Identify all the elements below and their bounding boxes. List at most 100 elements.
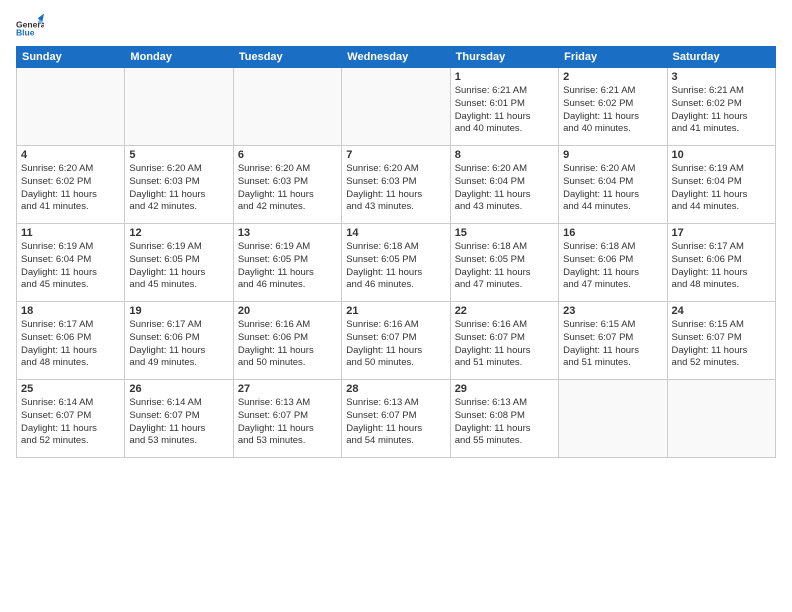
calendar-cell: 6 Sunrise: 6:20 AM Sunset: 6:03 PM Daylig… xyxy=(233,146,341,224)
calendar-cell: 11 Sunrise: 6:19 AM Sunset: 6:04 PM Dayli… xyxy=(17,224,125,302)
calendar-cell: 17 Sunrise: 6:17 AM Sunset: 6:06 PM Dayli… xyxy=(667,224,775,302)
day-info: Sunrise: 6:20 AM Sunset: 6:03 PM Dayligh… xyxy=(238,163,337,214)
day-info: Sunrise: 6:15 AM Sunset: 6:07 PM Dayligh… xyxy=(563,319,662,370)
calendar-cell: 22 Sunrise: 6:16 AM Sunset: 6:07 PM Dayli… xyxy=(450,302,558,380)
calendar-cell xyxy=(233,68,341,146)
calendar-cell: 12 Sunrise: 6:19 AM Sunset: 6:05 PM Dayli… xyxy=(125,224,233,302)
day-info: Sunrise: 6:17 AM Sunset: 6:06 PM Dayligh… xyxy=(21,319,120,370)
day-info: Sunrise: 6:21 AM Sunset: 6:01 PM Dayligh… xyxy=(455,85,554,136)
calendar-day-header: Wednesday xyxy=(342,47,450,68)
calendar-cell: 3 Sunrise: 6:21 AM Sunset: 6:02 PM Daylig… xyxy=(667,68,775,146)
day-info: Sunrise: 6:14 AM Sunset: 6:07 PM Dayligh… xyxy=(129,397,228,448)
calendar-cell: 9Sunrise: 6:20 AM Sunset: 6:04 PM Daylig… xyxy=(559,146,667,224)
day-info: Sunrise: 6:20 AM Sunset: 6:02 PM Dayligh… xyxy=(21,163,120,214)
day-info: Sunrise: 6:19 AM Sunset: 6:05 PM Dayligh… xyxy=(238,241,337,292)
calendar-cell: 23 Sunrise: 6:15 AM Sunset: 6:07 PM Dayli… xyxy=(559,302,667,380)
day-info: Sunrise: 6:18 AM Sunset: 6:05 PM Dayligh… xyxy=(455,241,554,292)
day-info: Sunrise: 6:20 AM Sunset: 6:04 PM Dayligh… xyxy=(563,163,662,214)
day-number: 13 xyxy=(238,227,337,239)
calendar-cell xyxy=(559,380,667,458)
day-info: Sunrise: 6:16 AM Sunset: 6:07 PM Dayligh… xyxy=(455,319,554,370)
day-number: 10 xyxy=(672,149,771,161)
day-number: 29 xyxy=(455,383,554,395)
day-info: Sunrise: 6:16 AM Sunset: 6:06 PM Dayligh… xyxy=(238,319,337,370)
day-number: 17 xyxy=(672,227,771,239)
calendar-cell xyxy=(125,68,233,146)
calendar-day-header: Friday xyxy=(559,47,667,68)
logo: General Blue xyxy=(16,12,48,40)
day-number: 11 xyxy=(21,227,120,239)
day-info: Sunrise: 6:20 AM Sunset: 6:03 PM Dayligh… xyxy=(346,163,445,214)
day-info: Sunrise: 6:20 AM Sunset: 6:04 PM Dayligh… xyxy=(455,163,554,214)
day-info: Sunrise: 6:19 AM Sunset: 6:04 PM Dayligh… xyxy=(21,241,120,292)
calendar-day-header: Sunday xyxy=(17,47,125,68)
day-number: 12 xyxy=(129,227,228,239)
day-number: 6 xyxy=(238,149,337,161)
day-info: Sunrise: 6:13 AM Sunset: 6:08 PM Dayligh… xyxy=(455,397,554,448)
day-number: 4 xyxy=(21,149,120,161)
day-info: Sunrise: 6:21 AM Sunset: 6:02 PM Dayligh… xyxy=(563,85,662,136)
day-info: Sunrise: 6:17 AM Sunset: 6:06 PM Dayligh… xyxy=(672,241,771,292)
calendar-cell: 19Sunrise: 6:17 AM Sunset: 6:06 PM Dayli… xyxy=(125,302,233,380)
day-number: 16 xyxy=(563,227,662,239)
calendar-table: SundayMondayTuesdayWednesdayThursdayFrid… xyxy=(16,46,776,458)
calendar-cell: 4 Sunrise: 6:20 AM Sunset: 6:02 PM Daylig… xyxy=(17,146,125,224)
svg-text:Blue: Blue xyxy=(16,27,35,37)
calendar-day-header: Tuesday xyxy=(233,47,341,68)
calendar-day-header: Monday xyxy=(125,47,233,68)
day-info: Sunrise: 6:18 AM Sunset: 6:06 PM Dayligh… xyxy=(563,241,662,292)
calendar-day-header: Thursday xyxy=(450,47,558,68)
day-info: Sunrise: 6:21 AM Sunset: 6:02 PM Dayligh… xyxy=(672,85,771,136)
day-number: 18 xyxy=(21,305,120,317)
day-number: 28 xyxy=(346,383,445,395)
calendar-cell: 18 Sunrise: 6:17 AM Sunset: 6:06 PM Dayli… xyxy=(17,302,125,380)
logo-icon: General Blue xyxy=(16,12,44,40)
day-number: 8 xyxy=(455,149,554,161)
calendar-cell: 14 Sunrise: 6:18 AM Sunset: 6:05 PM Dayli… xyxy=(342,224,450,302)
day-number: 26 xyxy=(129,383,228,395)
calendar-cell: 25 Sunrise: 6:14 AM Sunset: 6:07 PM Dayli… xyxy=(17,380,125,458)
day-info: Sunrise: 6:17 AM Sunset: 6:06 PM Dayligh… xyxy=(129,319,228,370)
day-info: Sunrise: 6:16 AM Sunset: 6:07 PM Dayligh… xyxy=(346,319,445,370)
calendar-day-header: Saturday xyxy=(667,47,775,68)
calendar-cell: 21 Sunrise: 6:16 AM Sunset: 6:07 PM Dayli… xyxy=(342,302,450,380)
calendar-cell: 2 Sunrise: 6:21 AM Sunset: 6:02 PM Daylig… xyxy=(559,68,667,146)
day-number: 21 xyxy=(346,305,445,317)
day-number: 14 xyxy=(346,227,445,239)
calendar-cell: 27 Sunrise: 6:13 AM Sunset: 6:07 PM Dayli… xyxy=(233,380,341,458)
day-info: Sunrise: 6:20 AM Sunset: 6:03 PM Dayligh… xyxy=(129,163,228,214)
day-info: Sunrise: 6:13 AM Sunset: 6:07 PM Dayligh… xyxy=(346,397,445,448)
calendar-cell xyxy=(342,68,450,146)
calendar-cell: 5 Sunrise: 6:20 AM Sunset: 6:03 PM Daylig… xyxy=(125,146,233,224)
calendar-cell xyxy=(667,380,775,458)
day-info: Sunrise: 6:13 AM Sunset: 6:07 PM Dayligh… xyxy=(238,397,337,448)
day-info: Sunrise: 6:19 AM Sunset: 6:04 PM Dayligh… xyxy=(672,163,771,214)
day-number: 23 xyxy=(563,305,662,317)
calendar-cell: 10 Sunrise: 6:19 AM Sunset: 6:04 PM Dayli… xyxy=(667,146,775,224)
calendar-cell: 8 Sunrise: 6:20 AM Sunset: 6:04 PM Daylig… xyxy=(450,146,558,224)
day-number: 27 xyxy=(238,383,337,395)
calendar-cell: 24 Sunrise: 6:15 AM Sunset: 6:07 PM Dayli… xyxy=(667,302,775,380)
day-info: Sunrise: 6:19 AM Sunset: 6:05 PM Dayligh… xyxy=(129,241,228,292)
calendar-cell: 29 Sunrise: 6:13 AM Sunset: 6:08 PM Dayli… xyxy=(450,380,558,458)
day-info: Sunrise: 6:15 AM Sunset: 6:07 PM Dayligh… xyxy=(672,319,771,370)
calendar-cell: 7 Sunrise: 6:20 AM Sunset: 6:03 PM Daylig… xyxy=(342,146,450,224)
day-number: 3 xyxy=(672,71,771,83)
calendar-cell: 26 Sunrise: 6:14 AM Sunset: 6:07 PM Dayli… xyxy=(125,380,233,458)
day-number: 2 xyxy=(563,71,662,83)
day-number: 25 xyxy=(21,383,120,395)
day-info: Sunrise: 6:18 AM Sunset: 6:05 PM Dayligh… xyxy=(346,241,445,292)
calendar-cell: 1 Sunrise: 6:21 AM Sunset: 6:01 PM Daylig… xyxy=(450,68,558,146)
calendar-cell: 13 Sunrise: 6:19 AM Sunset: 6:05 PM Dayli… xyxy=(233,224,341,302)
calendar-cell: 15 Sunrise: 6:18 AM Sunset: 6:05 PM Dayli… xyxy=(450,224,558,302)
day-number: 22 xyxy=(455,305,554,317)
day-number: 15 xyxy=(455,227,554,239)
day-number: 5 xyxy=(129,149,228,161)
calendar-cell xyxy=(17,68,125,146)
day-number: 1 xyxy=(455,71,554,83)
day-number: 24 xyxy=(672,305,771,317)
day-number: 7 xyxy=(346,149,445,161)
calendar-cell: 28 Sunrise: 6:13 AM Sunset: 6:07 PM Dayli… xyxy=(342,380,450,458)
day-info: Sunrise: 6:14 AM Sunset: 6:07 PM Dayligh… xyxy=(21,397,120,448)
calendar-cell: 20Sunrise: 6:16 AM Sunset: 6:06 PM Dayli… xyxy=(233,302,341,380)
